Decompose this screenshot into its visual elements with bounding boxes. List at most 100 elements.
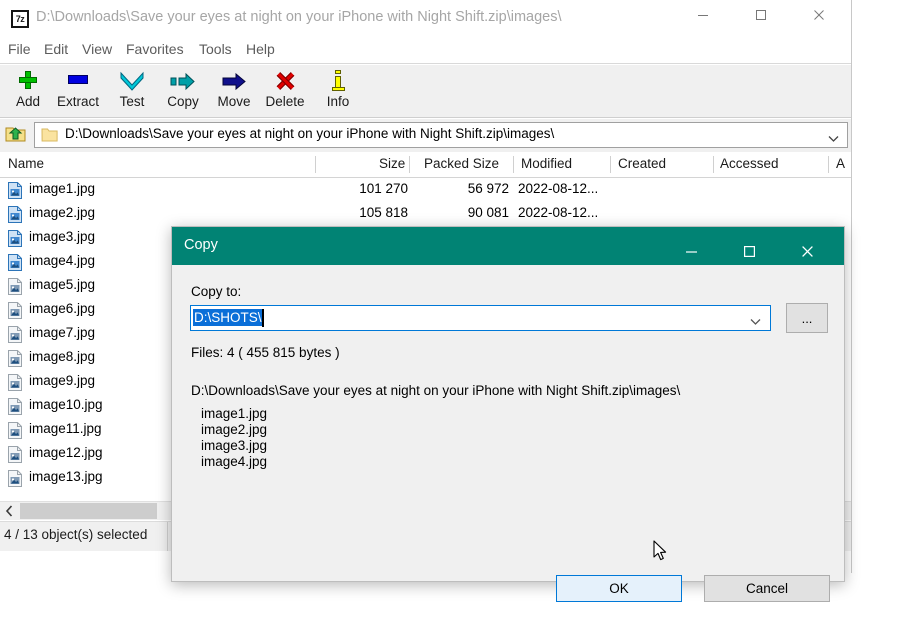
window-close-button[interactable] bbox=[796, 0, 842, 30]
dialog-titlebar: Copy bbox=[172, 227, 844, 265]
menu-item-view[interactable]: View bbox=[78, 41, 116, 61]
source-file-item: image4.jpg bbox=[201, 454, 268, 469]
jpg-file-icon bbox=[8, 422, 22, 439]
folder-icon bbox=[41, 127, 58, 142]
toolbar-label-test: Test bbox=[119, 94, 145, 109]
file-name-cell: image12.jpg bbox=[29, 445, 103, 460]
status-separator bbox=[167, 522, 168, 551]
toolbar-label-copy: Copy bbox=[167, 94, 199, 109]
menu-bar: File Edit View Favorites Tools Help bbox=[0, 38, 851, 64]
copy-arrow-icon bbox=[157, 67, 209, 93]
chevron-down-icon[interactable] bbox=[828, 131, 839, 142]
toolbar-label-add: Add bbox=[15, 94, 41, 109]
jpg-file-icon bbox=[8, 230, 22, 247]
browse-button[interactable]: ... bbox=[786, 303, 828, 333]
toolbar-label-delete: Delete bbox=[265, 94, 305, 109]
file-name-cell: image13.jpg bbox=[29, 469, 103, 484]
ok-button[interactable]: OK bbox=[556, 575, 682, 602]
menu-item-favorites[interactable]: Favorites bbox=[122, 41, 188, 61]
extract-bar-icon bbox=[52, 67, 104, 93]
text-caret bbox=[262, 309, 264, 327]
status-text: 4 / 13 object(s) selected bbox=[4, 527, 148, 542]
chevron-left-icon[interactable] bbox=[0, 502, 19, 520]
destination-input[interactable]: D:\SHOTS\ bbox=[193, 309, 262, 326]
dialog-body: Copy to: D:\SHOTS\ ... Files: 4 ( 455 81… bbox=[172, 265, 844, 602]
dialog-maximize-button[interactable] bbox=[726, 227, 772, 265]
toolbar-button-extract[interactable]: Extract bbox=[52, 67, 104, 116]
file-name-cell: image4.jpg bbox=[29, 253, 96, 268]
up-folder-icon[interactable] bbox=[4, 123, 30, 147]
menu-item-file[interactable]: File bbox=[4, 41, 35, 61]
file-size-cell: 105 818 bbox=[359, 205, 408, 220]
column-header-row: Name Size Packed Size Modified Created A… bbox=[0, 153, 851, 178]
file-name-cell: image2.jpg bbox=[29, 205, 96, 220]
chevron-down-icon bbox=[106, 67, 158, 93]
dialog-title: Copy bbox=[184, 237, 218, 253]
toolbar-button-info[interactable]: Info bbox=[312, 67, 364, 116]
jpg-file-icon bbox=[8, 470, 22, 487]
source-file-item: image3.jpg bbox=[201, 438, 268, 453]
file-name-cell: image6.jpg bbox=[29, 301, 96, 316]
jpg-file-icon bbox=[8, 302, 22, 319]
path-combobox[interactable]: D:\Downloads\Save your eyes at night on … bbox=[34, 122, 848, 148]
column-header-modified[interactable]: Modified bbox=[521, 156, 572, 175]
column-header-size[interactable]: Size bbox=[379, 156, 405, 175]
toolbar-button-copy[interactable]: Copy bbox=[157, 67, 209, 116]
window-titlebar: 7z D:\Downloads\Save your eyes at night … bbox=[0, 0, 851, 38]
column-separator[interactable] bbox=[713, 156, 714, 173]
jpg-file-icon bbox=[8, 206, 22, 223]
jpg-file-icon bbox=[8, 446, 22, 463]
horizontal-scrollbar-thumb[interactable] bbox=[20, 503, 157, 519]
source-path-text: D:\Downloads\Save your eyes at night on … bbox=[191, 383, 681, 398]
menu-item-edit[interactable]: Edit bbox=[40, 41, 72, 61]
menu-item-tools[interactable]: Tools bbox=[195, 41, 236, 61]
column-header-packed-size[interactable]: Packed Size bbox=[424, 156, 499, 175]
toolbar-button-add[interactable]: Add bbox=[2, 67, 54, 116]
toolbar-button-move[interactable]: Move bbox=[208, 67, 260, 116]
column-separator[interactable] bbox=[828, 156, 829, 173]
jpg-file-icon bbox=[8, 278, 22, 295]
toolbar-button-delete[interactable]: Delete bbox=[259, 67, 311, 116]
column-header-created[interactable]: Created bbox=[618, 156, 666, 175]
menu-item-help[interactable]: Help bbox=[242, 41, 279, 61]
jpg-file-icon bbox=[8, 374, 22, 391]
file-name-cell: image8.jpg bbox=[29, 349, 96, 364]
toolbar-button-test[interactable]: Test bbox=[106, 67, 158, 116]
destination-combobox[interactable]: D:\SHOTS\ bbox=[190, 305, 771, 331]
toolbar: Add Extract Test Copy Move Delete Info bbox=[0, 65, 851, 118]
source-file-item: image1.jpg bbox=[201, 406, 268, 421]
toolbar-label-extract: Extract bbox=[56, 94, 99, 109]
file-name-cell: image7.jpg bbox=[29, 325, 96, 340]
window-maximize-button[interactable] bbox=[738, 0, 784, 30]
file-name-cell: image3.jpg bbox=[29, 229, 96, 244]
column-header-accessed[interactable]: Accessed bbox=[720, 156, 779, 175]
column-header-attributes[interactable]: A bbox=[836, 156, 845, 175]
file-modified-cell: 2022-08-12... bbox=[518, 181, 599, 196]
cancel-button[interactable]: Cancel bbox=[704, 575, 830, 602]
window-title: D:\Downloads\Save your eyes at night on … bbox=[36, 9, 562, 25]
toolbar-label-info: Info bbox=[326, 94, 350, 109]
jpg-file-icon bbox=[8, 182, 22, 199]
file-name-cell: image11.jpg bbox=[29, 421, 102, 436]
app-icon-7zip: 7z bbox=[11, 10, 29, 28]
source-file-item: image2.jpg bbox=[201, 422, 268, 437]
copy-dialog: Copy Copy to: D:\SHOTS\ ... Files: 4 ( 4… bbox=[171, 226, 845, 602]
column-separator[interactable] bbox=[610, 156, 611, 173]
column-header-name[interactable]: Name bbox=[8, 156, 44, 175]
jpg-file-icon bbox=[8, 398, 22, 415]
chevron-down-icon[interactable] bbox=[750, 314, 761, 325]
window-minimize-button[interactable] bbox=[680, 0, 726, 30]
file-name-cell: image9.jpg bbox=[29, 373, 96, 388]
table-row[interactable]: image1.jpg 101 270 56 972 2022-08-12... bbox=[0, 178, 851, 202]
copy-to-label: Copy to: bbox=[191, 284, 242, 299]
move-arrow-icon bbox=[208, 67, 260, 93]
dialog-close-button[interactable] bbox=[784, 227, 830, 265]
dialog-minimize-button[interactable] bbox=[668, 227, 714, 265]
file-name-cell: image5.jpg bbox=[29, 277, 96, 292]
file-packed-size-cell: 90 081 bbox=[467, 205, 509, 220]
table-row[interactable]: image2.jpg 105 818 90 081 2022-08-12... bbox=[0, 202, 851, 226]
column-separator[interactable] bbox=[513, 156, 514, 173]
column-separator[interactable] bbox=[409, 156, 410, 173]
file-size-cell: 101 270 bbox=[359, 181, 408, 196]
column-separator[interactable] bbox=[315, 156, 316, 173]
